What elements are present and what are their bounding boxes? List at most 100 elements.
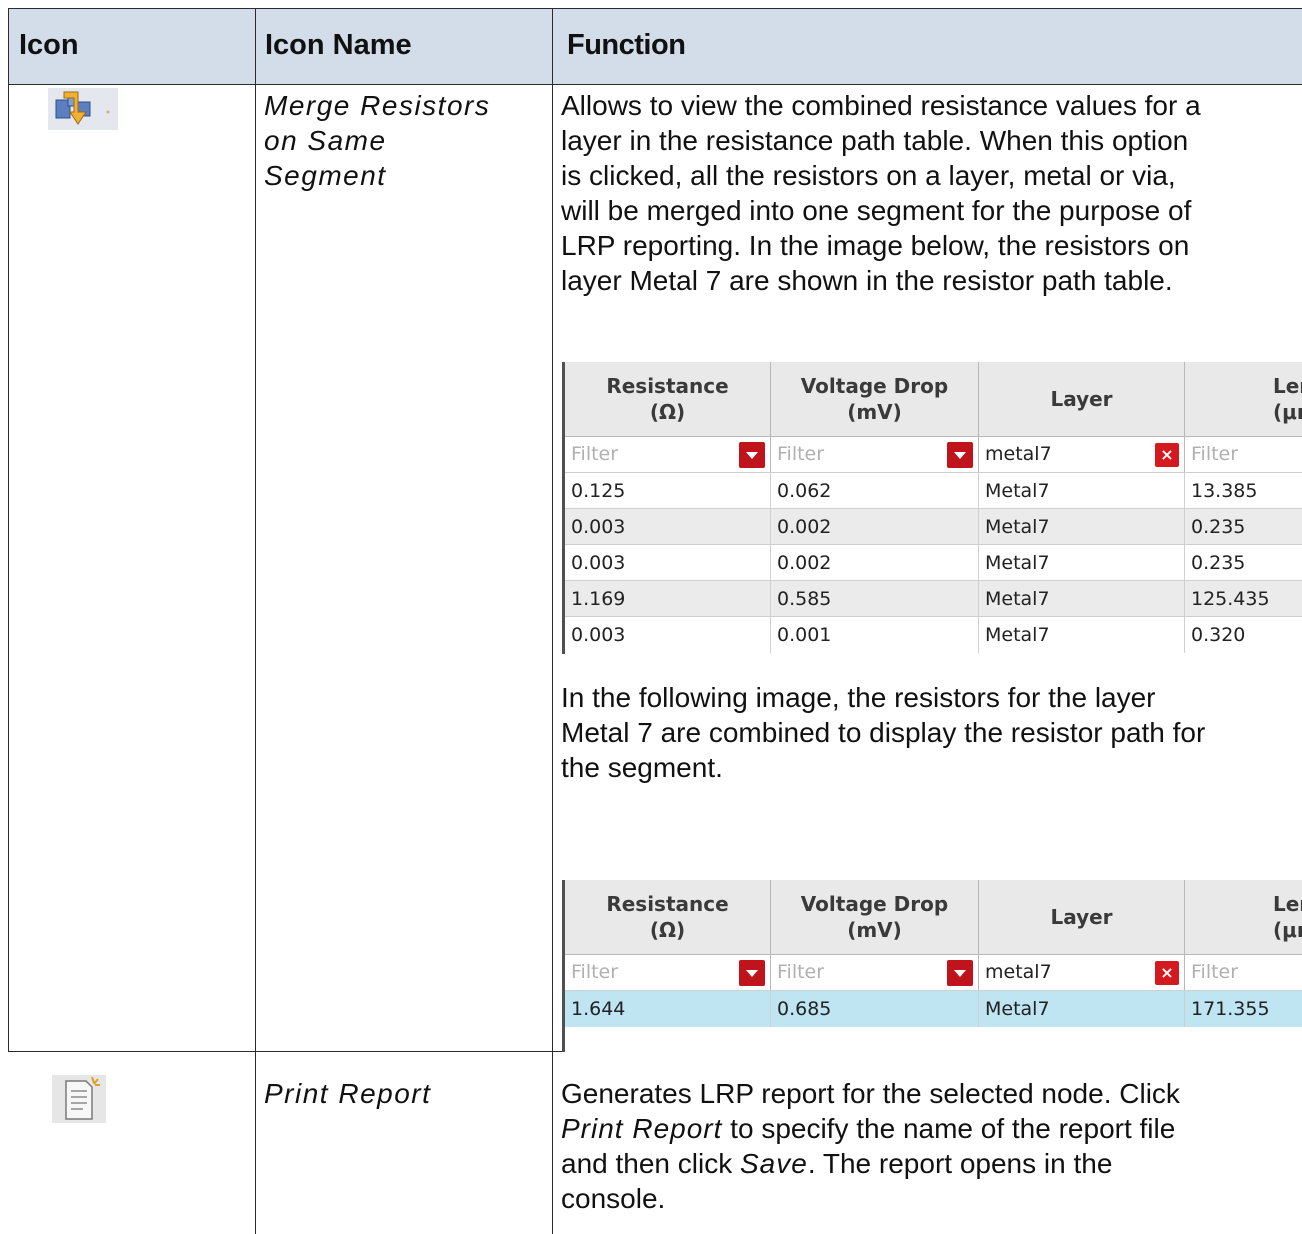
function-line: the segment. [561, 752, 723, 783]
table-cell: 1.169 [565, 581, 771, 617]
table-row[interactable]: 0.003 0.001 Metal7 0.320 [565, 616, 1302, 653]
function-line: will be merged into one segment for the … [561, 195, 1192, 226]
filter-row: Filter Filter metal7 × Filter [565, 437, 1302, 472]
icon-name-line: Merge Resistors [264, 90, 491, 121]
column-header-length[interactable]: Leng (μm [1185, 880, 1302, 954]
column-header-line: Resistance [606, 892, 729, 916]
filter-value: metal7 [985, 961, 1052, 983]
filter-input-layer[interactable]: metal7 × [979, 955, 1185, 990]
function-line: layer Metal 7 are shown in the resistor … [561, 265, 1173, 296]
table-row[interactable]: 1.169 0.585 Metal7 125.435 [565, 580, 1302, 617]
icon-name-line: on Same [264, 125, 387, 156]
filter-dropdown-icon[interactable] [947, 960, 973, 986]
filter-input-length[interactable]: Filter [1185, 437, 1302, 472]
resistor-table-header: Resistance (Ω) Voltage Drop (mV) Layer L… [565, 880, 1302, 955]
filter-dropdown-icon[interactable] [739, 442, 765, 468]
header-icon-name-label: Icon Name [265, 29, 412, 61]
table-cell: 0.003 [565, 545, 771, 581]
function-line: Print Report to specify the name of the … [561, 1111, 1180, 1146]
icon-name-merge-resistors: Merge Resistors on Same Segment [264, 88, 490, 193]
function-description-merge-followup: In the following image, the resistors fo… [561, 680, 1205, 785]
function-line: Metal 7 are combined to display the resi… [561, 717, 1206, 748]
header-icon-label: Icon [19, 29, 79, 61]
clear-filter-icon[interactable]: × [1155, 961, 1179, 985]
header-cell-icon: Icon [8, 8, 256, 85]
filter-input-length[interactable]: Filter [1185, 955, 1302, 990]
table-cell: Metal7 [979, 581, 1185, 617]
filter-placeholder: Filter [777, 443, 825, 465]
function-description-merge: Allows to view the combined resistance v… [561, 88, 1201, 298]
table-cell: 171.355 [1185, 991, 1302, 1027]
table-cell: Metal7 [979, 473, 1185, 509]
function-line-pre: and then click [561, 1148, 740, 1179]
table-row[interactable]: 0.003 0.002 Metal7 0.235 [565, 544, 1302, 581]
function-description-print-report: Generates LRP report for the selected no… [561, 1076, 1180, 1216]
column-header-resistance[interactable]: Resistance (Ω) [565, 880, 771, 954]
column-divider [255, 84, 256, 1234]
table-cell: Metal7 [979, 545, 1185, 581]
function-line: layer in the resistance path table. When… [561, 125, 1189, 156]
header-cell-function: Function [552, 8, 1302, 85]
table-row[interactable]: 0.003 0.002 Metal7 0.235 [565, 508, 1302, 545]
column-header-line: Voltage Drop [800, 374, 949, 398]
filter-input-voltage-drop[interactable]: Filter [771, 955, 979, 990]
table-cell: 0.125 [565, 473, 771, 509]
table-cell: 0.062 [771, 473, 979, 509]
table-cell: 0.001 [771, 617, 979, 653]
function-line: and then click Save. The report opens in… [561, 1146, 1180, 1181]
filter-row: Filter Filter metal7 × Filter [565, 955, 1302, 990]
function-line: LRP reporting. In the image below, the r… [561, 230, 1190, 261]
merge-resistors-icon [48, 88, 118, 130]
table-row[interactable]: 0.125 0.062 Metal7 13.385 [565, 472, 1302, 509]
filter-placeholder: Filter [1191, 961, 1239, 983]
table-cell: 0.002 [771, 509, 979, 545]
column-header-line: Layer [1050, 387, 1113, 411]
column-header-unit: (Ω) [649, 918, 686, 942]
function-line-rest: to specify the name of the report file [722, 1113, 1176, 1144]
filter-dropdown-icon[interactable] [947, 442, 973, 468]
function-line: Generates LRP report for the selected no… [561, 1078, 1180, 1109]
table-row[interactable]: 1.644 0.685 Metal7 171.355 [565, 990, 1302, 1027]
function-line-rest: . The report opens in the [807, 1148, 1113, 1179]
column-header-resistance[interactable]: Resistance (Ω) [565, 362, 771, 436]
column-header-layer[interactable]: Layer [979, 362, 1185, 436]
column-header-unit: (Ω) [649, 400, 686, 424]
column-header-length[interactable]: Leng (μm [1185, 362, 1302, 436]
column-header-line: Leng [1273, 892, 1302, 916]
clear-filter-icon[interactable]: × [1155, 443, 1179, 467]
table-cell: 0.235 [1185, 545, 1302, 581]
resistor-table-header: Resistance (Ω) Voltage Drop (mV) Layer L… [565, 362, 1302, 437]
column-header-line: Leng [1273, 374, 1302, 398]
column-divider [552, 84, 553, 1234]
save-reference: Save [740, 1148, 808, 1179]
column-header-voltage-drop[interactable]: Voltage Drop (mV) [771, 880, 979, 954]
column-header-line: Layer [1050, 905, 1113, 929]
table-cell: 0.320 [1185, 617, 1302, 653]
header-cell-icon-name: Icon Name [255, 8, 553, 85]
filter-input-resistance[interactable]: Filter [565, 955, 771, 990]
column-header-unit: (μm [1273, 400, 1302, 424]
filter-dropdown-icon[interactable] [739, 960, 765, 986]
table-left-border [8, 8, 9, 1052]
table-cell: 0.003 [565, 617, 771, 653]
icon-name-line: Segment [264, 160, 387, 191]
table-cell: 0.685 [771, 991, 979, 1027]
table-cell: 0.002 [771, 545, 979, 581]
table-cell: Metal7 [979, 617, 1185, 653]
filter-value: metal7 [985, 443, 1052, 465]
resistor-table-before-screenshot: Resistance (Ω) Voltage Drop (mV) Layer L… [562, 362, 1302, 654]
filter-input-voltage-drop[interactable]: Filter [771, 437, 979, 472]
resistor-table-after-screenshot: Resistance (Ω) Voltage Drop (mV) Layer L… [562, 880, 1302, 1052]
column-header-layer[interactable]: Layer [979, 880, 1185, 954]
function-line: is clicked, all the resistors on a layer… [561, 160, 1176, 191]
filter-input-resistance[interactable]: Filter [565, 437, 771, 472]
table-cell: Metal7 [979, 509, 1185, 545]
icon-name-print-report: Print Report [264, 1078, 432, 1109]
column-header-unit: (mV) [847, 400, 902, 424]
table-cell: 0.235 [1185, 509, 1302, 545]
table-cell: Metal7 [979, 991, 1185, 1027]
column-header-voltage-drop[interactable]: Voltage Drop (mV) [771, 362, 979, 436]
filter-input-layer[interactable]: metal7 × [979, 437, 1185, 472]
filter-placeholder: Filter [571, 961, 619, 983]
table-cell: 0.585 [771, 581, 979, 617]
